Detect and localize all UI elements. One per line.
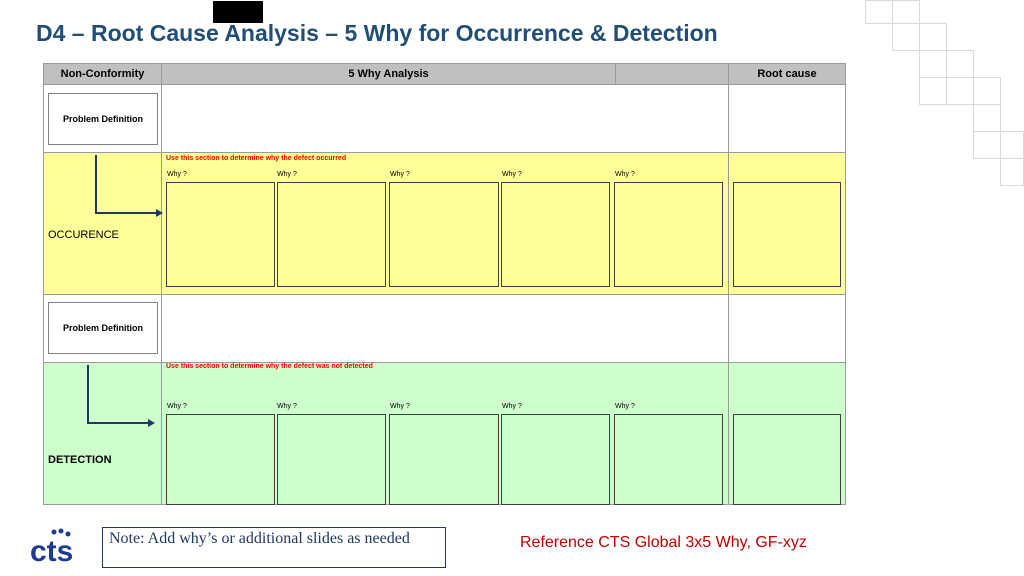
occurrence-label: OCCURENCE [48, 229, 119, 241]
header-spacer [615, 63, 729, 85]
occ-pd-analysis-cell[interactable] [161, 84, 729, 153]
occurrence-arrow-icon [95, 155, 163, 217]
detection-problem-definition[interactable]: Problem Definition [48, 302, 158, 354]
det-why-label-3: Why ? [390, 403, 410, 410]
det-pd-analysis-cell[interactable] [161, 294, 729, 363]
occ-why-box-2[interactable] [277, 182, 386, 287]
det-why-box-2[interactable] [277, 414, 386, 505]
det-pd-root-cell[interactable] [728, 294, 846, 363]
slide-title: D4 – Root Cause Analysis – 5 Why for Occ… [36, 20, 718, 46]
occ-why-label-1: Why ? [167, 171, 187, 178]
det-root-cause-box[interactable] [733, 414, 841, 505]
occ-why-label-2: Why ? [277, 171, 297, 178]
det-why-label-1: Why ? [167, 403, 187, 410]
det-why-label-4: Why ? [502, 403, 522, 410]
cts-logo: cts [30, 526, 90, 571]
detection-label: DETECTION [48, 454, 112, 466]
det-why-box-5[interactable] [614, 414, 723, 505]
detection-instruction: Use this section to determine why the de… [166, 363, 373, 370]
occurrence-problem-definition[interactable]: Problem Definition [48, 93, 158, 145]
occ-why-box-1[interactable] [166, 182, 275, 287]
occ-why-label-5: Why ? [615, 171, 635, 178]
det-why-label-5: Why ? [615, 403, 635, 410]
note-box: Note: Add why’s or additional slides as … [102, 527, 446, 568]
header-five-why: 5 Why Analysis [161, 63, 616, 85]
occ-why-box-5[interactable] [614, 182, 723, 287]
header-non-conformity: Non-Conformity [43, 63, 162, 85]
logo-text: cts [30, 535, 73, 566]
cts-logo-icon: cts [30, 528, 73, 568]
occ-pd-root-cell[interactable] [728, 84, 846, 153]
det-why-box-4[interactable] [501, 414, 610, 505]
occurrence-instruction: Use this section to determine why the de… [166, 155, 347, 162]
occ-why-label-4: Why ? [502, 171, 522, 178]
det-why-label-2: Why ? [277, 403, 297, 410]
detection-arrow-icon [87, 365, 155, 427]
reference-text: Reference CTS Global 3x5 Why, GF-xyz [520, 534, 807, 551]
occ-why-box-4[interactable] [501, 182, 610, 287]
occ-root-cause-box[interactable] [733, 182, 841, 287]
occ-why-box-3[interactable] [389, 182, 499, 287]
det-why-box-1[interactable] [166, 414, 275, 505]
det-why-box-3[interactable] [389, 414, 499, 505]
header-root-cause: Root cause [728, 63, 846, 85]
occ-why-label-3: Why ? [390, 171, 410, 178]
